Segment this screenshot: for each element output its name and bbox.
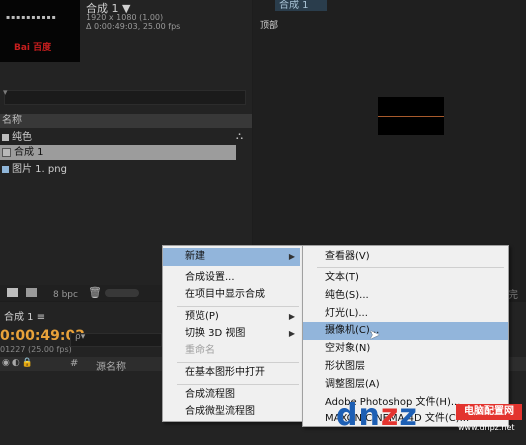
name-column-label: 名称 <box>2 115 22 126</box>
image-file-icon <box>2 165 9 173</box>
menu-item-label: 在项目中显示合成 <box>185 289 265 300</box>
source-name-column[interactable]: 源名称 <box>96 358 126 373</box>
submenu-arrow-icon: ▶ <box>288 252 295 261</box>
menu-item-viewer[interactable]: 查看器(V) <box>303 248 508 266</box>
menu-item-label: 预览(P) <box>185 311 219 322</box>
menu-item-shape-layer[interactable]: 形状图层 <box>303 358 508 376</box>
menu-item-label: 切换 3D 视图 <box>185 328 246 339</box>
watermark-url: www.dnpz.net <box>458 423 515 432</box>
project-search-input[interactable]: ▾ <box>3 88 246 105</box>
menu-item-label: 空对象(N) <box>325 343 371 354</box>
menu-item-open-in-essential-graphics[interactable]: 在基本图形中打开 <box>163 364 300 382</box>
search-dropdown-icon[interactable]: ▾ <box>3 88 8 98</box>
submenu-arrow-icon: ▶ <box>288 312 295 321</box>
view-label: 顶部 <box>260 21 279 31</box>
preview-orange-line <box>378 116 444 117</box>
submenu-arrow-icon: ▶ <box>288 329 295 338</box>
composition-thumbnail: ▪▪▪▪▪▪▪▪▪▪ Bai 百度 <box>0 0 80 62</box>
composition-icon <box>2 147 11 157</box>
composition-duration: Δ 0:00:49:03, 25.00 fps <box>86 22 181 31</box>
new-folder-icon[interactable] <box>7 288 18 297</box>
project-item-composition[interactable]: 合成 1 <box>0 145 236 160</box>
project-item-image[interactable]: 图片 1. png <box>0 162 236 177</box>
bit-depth-button[interactable]: 8 bpc <box>53 290 78 300</box>
project-item-solid-folder[interactable]: 纯色 <box>0 130 236 145</box>
menu-divider <box>177 384 299 385</box>
menu-item-composition-settings[interactable]: 合成设置... <box>163 269 300 287</box>
menu-item-label: 合成微型流程图 <box>185 406 255 417</box>
menu-divider <box>177 306 299 307</box>
menu-item-text[interactable]: 文本(T) <box>303 269 508 287</box>
menu-item-label: 合成流程图 <box>185 389 235 400</box>
watermark-logo-z: z <box>380 398 400 433</box>
new-composition-icon[interactable] <box>26 288 37 297</box>
frame-readout: 01227 (25.00 fps) <box>0 345 72 354</box>
menu-item-label: 文本(T) <box>325 272 359 283</box>
tab-composition[interactable]: 合成 1 <box>275 0 327 11</box>
thumbnail-text: ▪▪▪▪▪▪▪▪▪▪ <box>6 14 57 21</box>
menu-item-label: 在基本图形中打开 <box>185 367 265 378</box>
project-item-label: 图片 1. png <box>12 164 67 175</box>
menu-item-label: 灯光(L)... <box>325 308 368 319</box>
menu-item-reveal-in-project[interactable]: 在项目中显示合成 <box>163 286 300 304</box>
layer-number-column: # <box>70 358 79 369</box>
watermark-logo: dnzz <box>336 398 418 433</box>
menu-item-label: 合成设置... <box>185 272 235 283</box>
watermark-badge: 电脑配置网 <box>456 404 522 420</box>
menu-divider <box>317 267 504 268</box>
menu-item-solid[interactable]: 纯色(S)... <box>303 287 508 305</box>
menu-item-camera[interactable]: 摄像机(C)... <box>303 322 508 340</box>
search-icon: ρ▾ <box>75 332 86 342</box>
composition-size: 1920 x 1080 (1.00) <box>86 13 164 22</box>
tab-timeline[interactable]: 合成 1 ≡ <box>4 308 45 323</box>
watermark-logo-prefix: dn <box>336 398 381 433</box>
menu-item-label: 重命名 <box>185 345 215 356</box>
menu-item-label: 查看器(V) <box>325 251 370 262</box>
menu-item-composition-flowchart[interactable]: 合成流程图 <box>163 386 300 404</box>
trash-icon[interactable]: 🗑 <box>88 286 102 299</box>
thumbnail-logo: Bai 百度 <box>14 43 52 53</box>
menu-item-new[interactable]: 新建 ▶ <box>163 248 300 266</box>
menu-item-switch-3d-view[interactable]: 切换 3D 视图 ▶ <box>163 325 300 343</box>
layer-switches-icon[interactable]: ◉◐🔒 <box>2 358 35 368</box>
menu-divider <box>177 362 299 363</box>
project-item-label: 纯色 <box>12 132 32 143</box>
watermark-logo-suffix: z <box>399 398 418 433</box>
menu-item-rename[interactable]: 重命名 <box>163 342 300 360</box>
menu-item-label: 纯色(S)... <box>325 290 369 301</box>
flowchart-icon[interactable]: ⛬ <box>236 131 243 142</box>
menu-item-label: 新建 <box>185 251 205 262</box>
site-watermark: dnzz 电脑配置网 www.dnpz.net <box>336 390 524 444</box>
context-menu: 新建 ▶ 合成设置... 在项目中显示合成 预览(P) ▶ 切换 3D 视图 ▶ 重命… <box>162 245 304 422</box>
menu-item-preview[interactable]: 预览(P) ▶ <box>163 308 300 326</box>
timeline-search-input[interactable]: ρ▾ <box>70 332 162 347</box>
menu-item-composition-mini-flowchart[interactable]: 合成微型流程图 <box>163 403 300 421</box>
scroll-handle[interactable] <box>105 289 139 297</box>
mouse-cursor-icon: ➤ <box>369 328 380 343</box>
menu-item-label: 形状图层 <box>325 361 365 372</box>
folder-icon <box>2 133 9 141</box>
menu-item-label: 调整图层(A) <box>325 379 380 390</box>
project-column-header[interactable]: 名称 <box>0 114 252 128</box>
project-item-label: 合成 1 <box>14 147 44 158</box>
menu-item-light[interactable]: 灯光(L)... <box>303 305 508 323</box>
menu-item-null-object[interactable]: 空对象(N) <box>303 340 508 358</box>
